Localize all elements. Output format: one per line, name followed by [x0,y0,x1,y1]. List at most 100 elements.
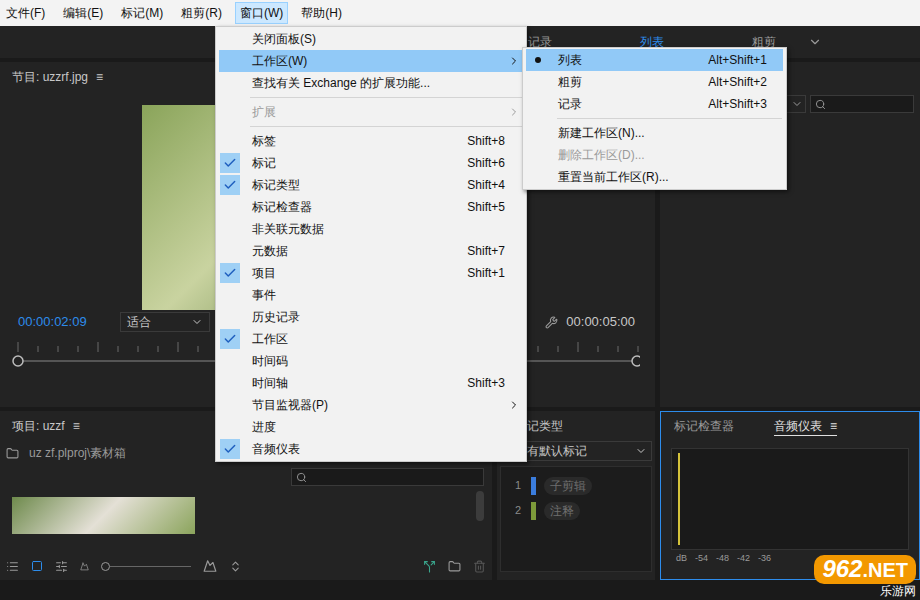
sort-icon[interactable] [55,560,68,573]
folder-icon [6,447,19,460]
sort-order-icon[interactable] [229,560,242,573]
status-bar [0,580,920,600]
menu-item[interactable]: 工作区 [219,328,523,350]
menu-separator [250,123,522,130]
menu-bar-item[interactable]: 标记(M) [116,2,168,24]
panel-title: 项目: uzzf [12,417,65,435]
check-icon [223,266,237,280]
menu-bar-item[interactable]: 粗剪(R) [176,2,227,24]
submenu-arrow-icon [508,55,520,67]
panel-title: 节目: uzzrf.jpg [12,68,88,86]
submenu-item[interactable]: 列表Alt+Shift+1 [526,49,783,71]
panel-tab[interactable]: 音频仪表≡ [774,417,837,436]
menu-item[interactable]: 历史记录 [219,306,523,328]
dropdown-icon [635,445,647,457]
menu-item[interactable]: 节目监视器(P) [219,394,523,416]
workspace-more-icon[interactable] [808,35,822,49]
menu-separator [250,94,522,101]
dropdown-icon [791,98,803,110]
marker-type-row[interactable]: 2注释 [501,498,651,523]
menu-separator [557,115,782,122]
zoom-out-icon[interactable] [80,562,89,571]
media-area [0,489,492,552]
menu-item[interactable]: 时间码 [219,350,523,372]
menu-item[interactable]: 扩展 [219,101,523,123]
folder-icon[interactable] [448,560,461,573]
menu-item[interactable]: 标记Shift+6 [219,152,523,174]
zoom-in-icon[interactable] [203,559,217,573]
search-icon [296,472,307,483]
submenu-item[interactable]: 粗剪Alt+Shift+2 [526,71,783,93]
menu-check [220,153,240,173]
menu-bar-item[interactable]: 编辑(E) [58,2,108,24]
submenu-arrow-icon [508,399,520,411]
wrench-icon[interactable] [545,316,558,329]
panel-menu-icon[interactable]: ≡ [830,419,837,433]
icon-view-icon[interactable] [31,560,43,572]
scrollbar[interactable] [476,491,484,521]
check-icon [223,332,237,346]
duration-timecode: 00:00:05:00 [566,312,635,332]
marker-color-swatch[interactable] [531,502,536,520]
marker-type-list: 1子剪辑2注释 [500,466,652,572]
submenu-arrow-icon [508,106,520,118]
panel-tabs: 标记检查器 音频仪表≡ [661,412,919,440]
current-timecode[interactable]: 00:00:02:09 [18,312,120,332]
menu-bar: 文件(F) 编辑(E) 标记(M) 粗剪(R) 窗口(W) 帮助(H) [0,0,920,26]
menu-item[interactable]: 进度 [219,416,523,438]
clip-thumbnail[interactable] [12,497,195,534]
menu-item[interactable]: 关闭面板(S) [219,28,523,50]
list-view-icon[interactable] [6,560,19,573]
trash-icon[interactable] [473,560,486,573]
menu-item[interactable]: 工作区(W) [219,50,523,72]
menu-item[interactable]: 元数据Shift+7 [219,240,523,262]
menu-item[interactable]: 时间轴Shift+3 [219,372,523,394]
zoom-slider[interactable] [101,560,191,572]
watermark-caption: 乐游网 [880,584,916,598]
marker-type-row[interactable]: 1子剪辑 [501,473,651,498]
app-window: 文件(F)编辑(E)标记(M)粗剪(R)窗口(W)帮助(H)记录列表粗剪节目: … [0,0,920,600]
new-bin-icon[interactable] [423,560,436,573]
panel-tab[interactable]: 标记检查器 [674,417,734,436]
zoom-dropdown[interactable]: 适合 [120,312,210,332]
search-icon [815,99,826,110]
submenu-item[interactable]: 新建工作区(N)... [526,122,783,144]
menu-bar-item[interactable]: 窗口(W) [235,2,288,24]
check-icon [223,442,237,456]
workspace-submenu: 列表Alt+Shift+1粗剪Alt+Shift+2记录Alt+Shift+3 新… [522,47,787,190]
submenu-item[interactable]: 删除工作区(D)... [526,144,783,166]
selected-dot [535,57,541,63]
window-menu: 关闭面板(S)工作区(W)查找有关 Exchange 的扩展功能... 扩展标签S… [215,26,527,462]
watermark: 962.NET乐游网 [814,555,916,598]
menu-item[interactable]: 查找有关 Exchange 的扩展功能... [219,72,523,94]
meter-bar [678,453,680,545]
check-icon [223,156,237,170]
menu-item[interactable]: 音频仪表 [219,438,523,460]
panel-menu-icon[interactable]: ≡ [96,68,103,86]
watermark-logo: 962.NET [814,555,916,584]
menu-bar-item[interactable]: 文件(F) [1,2,50,24]
menu-bar-item[interactable]: 帮助(H) [296,2,347,24]
menu-item[interactable]: 标记类型Shift+4 [219,174,523,196]
check-icon [223,178,237,192]
menu-check [220,263,240,283]
menu-item[interactable]: 标签Shift+8 [219,130,523,152]
menu-item[interactable]: 项目Shift+1 [219,262,523,284]
submenu-item[interactable]: 重置当前工作区(R)... [526,166,783,188]
submenu-item[interactable]: 记录Alt+Shift+3 [526,93,783,115]
meter-area [671,448,909,550]
search-field[interactable] [291,468,484,486]
project-toolbar [0,552,492,580]
menu-check [220,329,240,349]
search-field[interactable] [810,95,914,113]
panel-menu-icon[interactable]: ≡ [73,417,80,435]
search-row [0,465,492,489]
menu-item[interactable]: 标记检查器Shift+5 [219,196,523,218]
menu-check [220,439,240,459]
menu-check [220,175,240,195]
panel-title: 记类型 [527,417,563,435]
menu-item[interactable]: 事件 [219,284,523,306]
menu-item[interactable]: 非关联元数据 [219,218,523,240]
dropdown-icon [191,316,203,328]
marker-color-swatch[interactable] [531,477,536,495]
